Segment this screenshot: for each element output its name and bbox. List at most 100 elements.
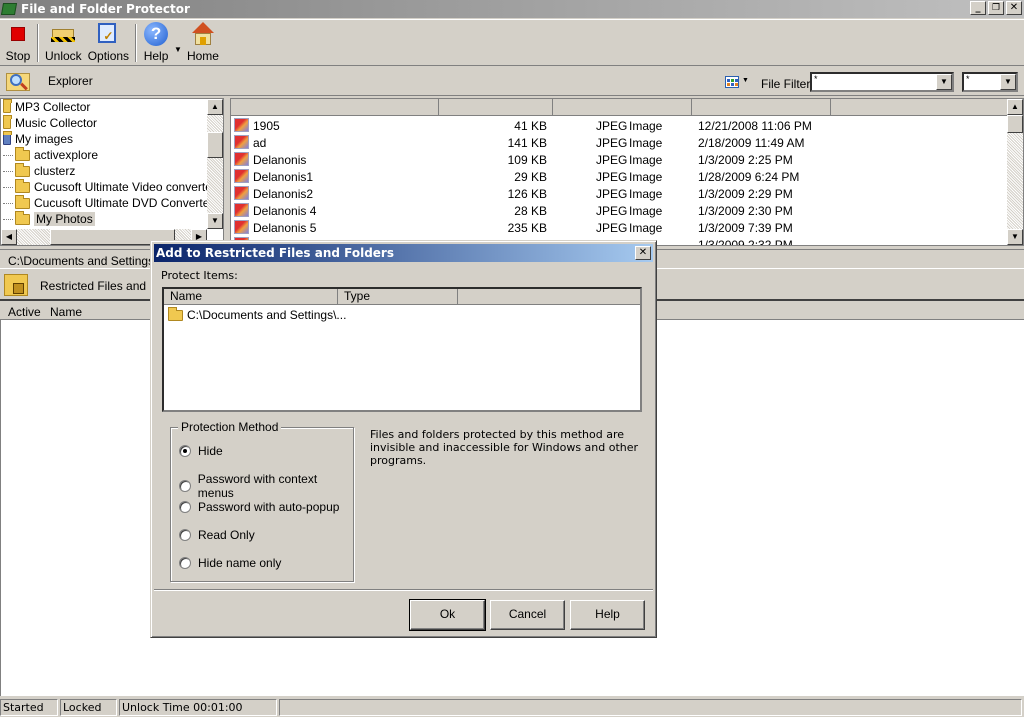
file-row[interactable]: Delanonis2 126 KB JPEG Image 1/3/2009 2:29 P… <box>231 185 1011 202</box>
radio-read-only[interactable]: Read Only <box>179 528 255 542</box>
file-date: 1/3/2009 2:29 PM <box>698 187 793 201</box>
cancel-button[interactable]: Cancel <box>490 600 565 630</box>
file-row[interactable]: ad 141 KB JPEG Image 2/18/2009 11:49 AM <box>231 134 1011 151</box>
scroll-down-icon[interactable]: ▼ <box>207 213 223 229</box>
radio-password-auto-popup[interactable]: Password with auto-popup <box>179 500 339 514</box>
file-date: 1/28/2009 6:24 PM <box>698 170 800 184</box>
tree-vertical-scrollbar[interactable]: ▲ ▼ <box>207 99 223 229</box>
column-header-type[interactable] <box>553 99 692 115</box>
tree-item[interactable]: activexplore <box>3 146 98 163</box>
scroll-left-icon[interactable]: ◀ <box>1 229 17 245</box>
unlock-button[interactable]: Unlock <box>42 20 85 66</box>
options-button[interactable]: ✓ Options <box>85 20 132 66</box>
stop-button[interactable]: Stop <box>2 20 34 66</box>
file-type: JPEG <box>596 153 628 167</box>
home-button[interactable]: Home <box>184 20 222 66</box>
file-filter-value: * <box>814 74 818 84</box>
file-list[interactable]: 1905 41 KB JPEG Image 12/21/2008 11:06 PM ad 1… <box>230 98 1024 246</box>
file-filter-combo[interactable]: * ▼ <box>810 72 954 92</box>
scroll-down-icon[interactable]: ▼ <box>1007 229 1023 245</box>
file-kind: Image <box>629 221 663 235</box>
radio-password-context-menus[interactable]: Password with context menus <box>179 472 353 500</box>
column-header-name[interactable]: Name <box>164 289 338 304</box>
tree-item[interactable]: Music Collector <box>3 114 97 131</box>
radio-checked-icon[interactable] <box>179 445 191 457</box>
current-path: C:\Documents and Settings\L <box>8 254 165 268</box>
radio-hide[interactable]: Hide <box>179 444 223 458</box>
radio-hide-name-only[interactable]: Hide name only <box>179 556 281 570</box>
dialog-close-button[interactable]: ✕ <box>635 246 651 260</box>
radio-icon[interactable] <box>179 480 191 492</box>
tree-item[interactable]: Cucusoft Ultimate Video converter <box>3 178 216 195</box>
column-header-active[interactable]: Active <box>8 305 41 319</box>
extension-filter-combo[interactable]: * ▼ <box>962 72 1018 92</box>
file-size: 28 KB <box>514 204 547 218</box>
jpeg-file-icon <box>234 135 249 149</box>
tree-item[interactable]: clusterz <box>3 162 75 179</box>
file-date: 2/18/2009 11:49 AM <box>698 136 805 150</box>
app-icon <box>0 2 18 16</box>
radio-icon[interactable] <box>179 501 191 513</box>
status-locked: Locked <box>60 699 117 716</box>
tree-item[interactable]: Cucusoft Ultimate DVD Converter <box>3 194 213 211</box>
folder-tree[interactable]: MP3 Collector Music Collector My images … <box>0 98 224 246</box>
help-button[interactable]: Help <box>570 600 645 630</box>
close-button[interactable]: ✕ <box>1006 1 1022 15</box>
column-header-name[interactable]: Name <box>50 305 82 319</box>
column-header-date[interactable] <box>692 99 831 115</box>
view-mode-icon[interactable] <box>725 76 739 88</box>
tree-item[interactable]: My images <box>3 130 73 147</box>
toolbar-separator <box>135 24 138 62</box>
help-button[interactable]: ? Help <box>140 20 172 66</box>
column-header-name[interactable] <box>231 99 439 115</box>
file-list-vertical-scrollbar[interactable]: ▲ ▼ <box>1007 99 1023 245</box>
column-header-size[interactable] <box>439 99 553 115</box>
scroll-thumb[interactable] <box>1007 115 1023 133</box>
view-dropdown-arrow-icon[interactable]: ▼ <box>742 77 749 84</box>
restore-button[interactable]: ❐ <box>988 1 1004 15</box>
radio-icon[interactable] <box>179 529 191 541</box>
file-row[interactable]: 1905 41 KB JPEG Image 12/21/2008 11:06 PM <box>231 117 1011 134</box>
file-name: Delanonis2 <box>253 187 314 201</box>
help-dropdown-arrow-icon[interactable]: ▼ <box>174 31 182 54</box>
scroll-up-icon[interactable]: ▲ <box>1007 99 1023 115</box>
explorer-label: Explorer <box>48 74 93 88</box>
column-header-type[interactable]: Type <box>338 289 458 304</box>
ok-button[interactable]: Ok <box>409 599 486 631</box>
file-size: 126 KB <box>507 187 547 201</box>
protect-item-row[interactable]: C:\Documents and Settings\... <box>168 306 347 322</box>
file-name: 1905 <box>253 119 280 133</box>
tree-item[interactable]: MP3 Collector <box>3 99 90 115</box>
radio-icon[interactable] <box>179 557 191 569</box>
options-label: Options <box>87 49 130 63</box>
file-kind: Image <box>629 153 663 167</box>
file-row[interactable]: Delanonis 4 28 KB JPEG Image 1/3/2009 2:30 P… <box>231 202 1011 219</box>
scroll-thumb[interactable] <box>207 132 223 158</box>
file-date: 1/3/2009 2:32 PM <box>698 238 793 246</box>
file-type: JPEG <box>596 119 628 133</box>
file-name: Delanonis1 <box>253 170 314 184</box>
file-type: JPEG <box>596 136 628 150</box>
minimize-button[interactable]: _ <box>970 1 986 15</box>
tree-item-selected[interactable]: My Photos <box>3 210 95 227</box>
file-row[interactable]: Delanonis1 29 KB JPEG Image 1/28/2009 6:24 P… <box>231 168 1011 185</box>
file-row[interactable]: Delanonis 109 KB JPEG Image 1/3/2009 2:25 PM <box>231 151 1011 168</box>
folder-icon <box>15 162 30 177</box>
file-kind: Image <box>629 170 663 184</box>
file-size: 109 KB <box>507 153 547 167</box>
window-title: File and Folder Protector <box>21 2 190 16</box>
protect-item-name: C:\Documents and Settings\... <box>187 308 347 322</box>
file-size: 141 KB <box>507 136 547 150</box>
file-date: 1/3/2009 7:39 PM <box>698 221 793 235</box>
options-icon: ✓ <box>95 21 121 47</box>
dialog-title: Add to Restricted Files and Folders <box>156 246 394 260</box>
file-row[interactable]: Delanonis 5 235 KB JPEG Image 1/3/2009 7:39 … <box>231 219 1011 236</box>
protect-items-list[interactable]: Name Type C:\Documents and Settings\... <box>162 287 642 412</box>
scroll-up-icon[interactable]: ▲ <box>207 99 223 115</box>
file-type: JPEG <box>596 170 628 184</box>
chevron-down-icon[interactable]: ▼ <box>1000 74 1016 90</box>
chevron-down-icon[interactable]: ▼ <box>936 74 952 90</box>
status-started: Started <box>0 699 58 716</box>
file-list-header <box>231 99 1011 116</box>
extension-filter-value: * <box>966 74 970 84</box>
